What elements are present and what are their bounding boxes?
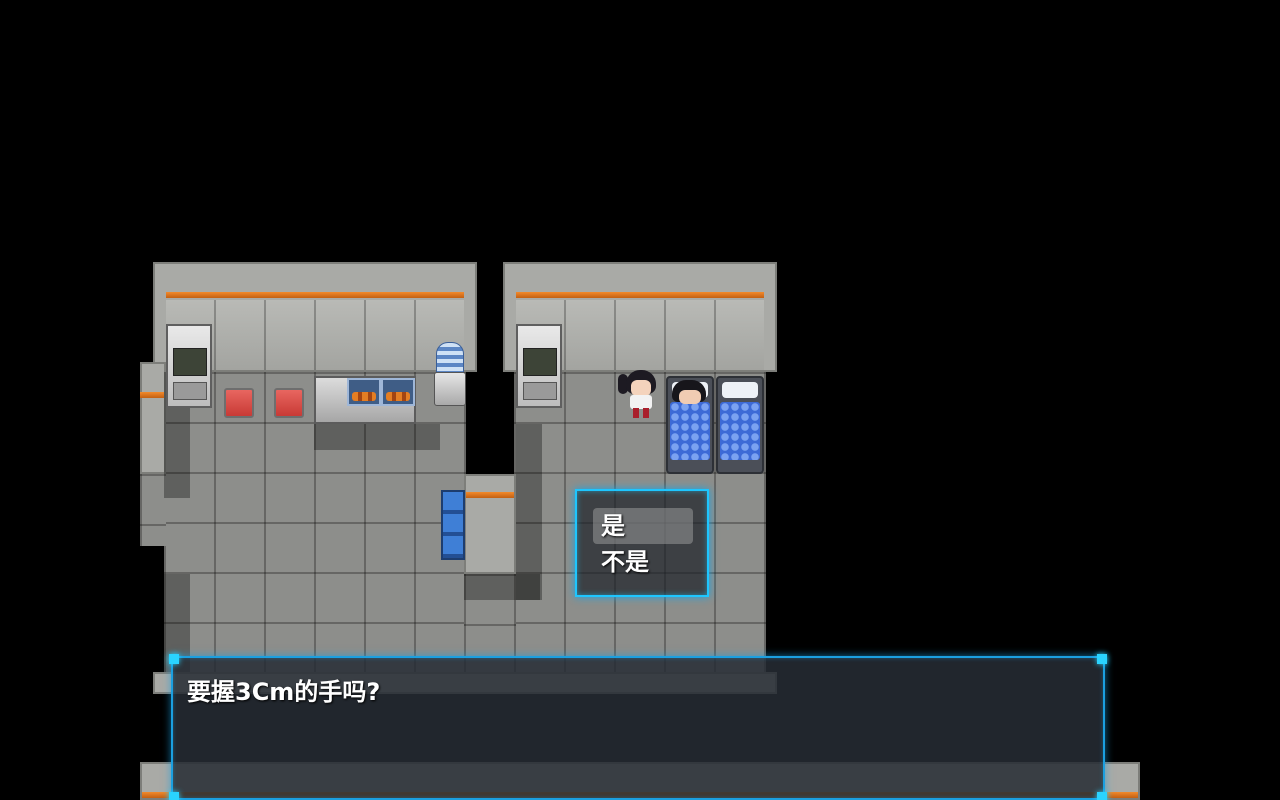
choice-yes[interactable]: 是 — [593, 508, 693, 544]
player-legs — [633, 408, 649, 418]
left-room-stripe — [166, 292, 464, 298]
food-tray-2[interactable] — [381, 378, 415, 406]
game-screen: 是 不是 要握3Cm的手吗? — [0, 0, 1280, 800]
red-chair-1[interactable] — [224, 388, 254, 418]
floor-shadow-counter — [314, 424, 440, 450]
blue-storage-shelf[interactable] — [441, 490, 465, 560]
corner-top-left-icon — [169, 654, 179, 664]
locker-right-room[interactable] — [516, 324, 562, 408]
sleeping-npc[interactable] — [672, 380, 708, 406]
corner-bottom-right-icon — [1097, 792, 1107, 800]
message-window[interactable]: 要握3Cm的手吗? — [169, 654, 1107, 800]
food-tray-1[interactable] — [347, 378, 381, 406]
center-pillar-stripe — [466, 492, 514, 498]
bed-2-pillow — [722, 382, 758, 398]
room-gap — [477, 262, 503, 462]
water-cooler-base — [434, 372, 466, 406]
sleeping-npc-face — [679, 390, 701, 404]
bed-1-blanket — [670, 402, 710, 460]
water-cooler[interactable] — [434, 342, 466, 406]
player-face — [631, 380, 651, 396]
red-chair-2[interactable] — [274, 388, 304, 418]
left-edge-floor — [140, 474, 166, 546]
left-edge-wall — [140, 362, 166, 474]
center-pillar — [464, 474, 516, 574]
water-jug — [436, 342, 464, 376]
corner-top-right-icon — [1097, 654, 1107, 664]
locker-left-room[interactable] — [166, 324, 212, 408]
message-text: 要握3Cm的手吗? — [187, 678, 381, 706]
choice-no[interactable]: 不是 — [593, 544, 693, 580]
right-room-stripe — [516, 292, 764, 298]
player-character[interactable] — [618, 370, 660, 418]
bed-2[interactable] — [716, 376, 764, 474]
floor-shadow-under-pillar — [464, 574, 540, 600]
player-body — [630, 395, 652, 409]
corner-bottom-left-icon — [169, 792, 179, 800]
choice-window: 是 不是 — [575, 489, 709, 597]
left-edge-stripe — [140, 392, 164, 398]
bed-2-blanket — [720, 402, 760, 460]
